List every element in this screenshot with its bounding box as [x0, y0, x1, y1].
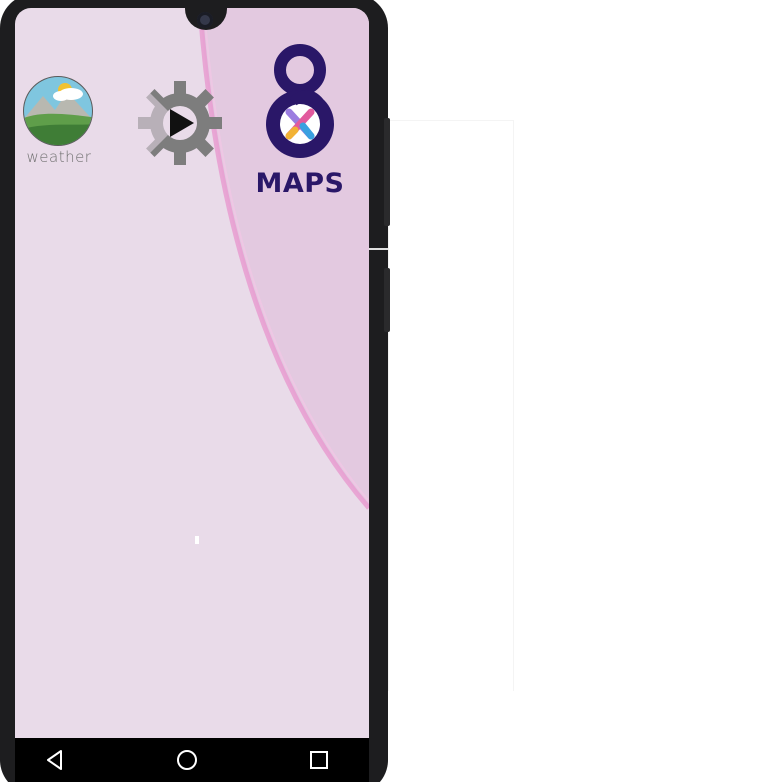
app-weather[interactable]: weather [19, 74, 99, 174]
app-label-weather: weather [26, 148, 92, 166]
recents-square-icon[interactable] [307, 748, 331, 772]
home-circle-icon[interactable] [175, 748, 199, 772]
app-media-settings[interactable] [135, 78, 225, 168]
touch-indicator [195, 536, 199, 544]
page: weather MAPS [0, 0, 768, 782]
navigation-bar [15, 738, 369, 782]
power-button[interactable] [384, 268, 390, 332]
front-camera [197, 12, 213, 28]
map-pin-icon [266, 44, 334, 158]
volume-button[interactable] [384, 118, 390, 226]
weather-landscape-icon [23, 76, 93, 146]
background-panel [388, 120, 514, 691]
side-divider [368, 248, 388, 250]
home-screen[interactable]: weather MAPS [15, 8, 369, 738]
app-maps[interactable]: MAPS [255, 42, 345, 212]
back-triangle-icon[interactable] [43, 748, 67, 772]
app-label-maps: MAPS [255, 168, 345, 199]
gear-play-icon [138, 81, 222, 165]
